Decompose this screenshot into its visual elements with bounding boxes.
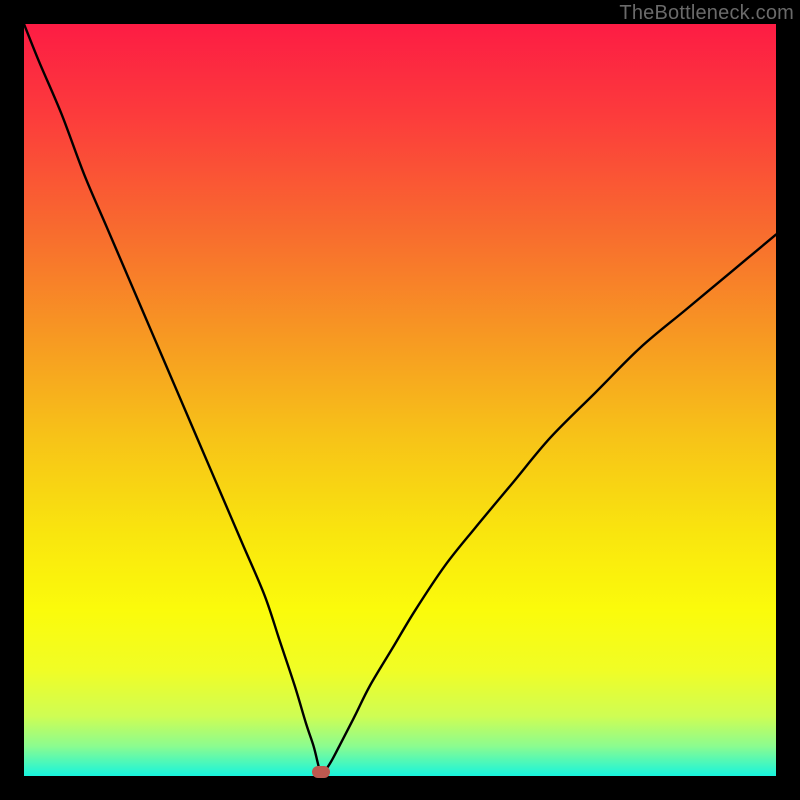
- optimum-marker: [312, 766, 330, 778]
- chart-frame: [24, 24, 776, 776]
- plot-area: [24, 24, 776, 776]
- curve-layer: [24, 24, 776, 776]
- bottleneck-curve: [24, 24, 776, 775]
- watermark-text: TheBottleneck.com: [619, 2, 794, 25]
